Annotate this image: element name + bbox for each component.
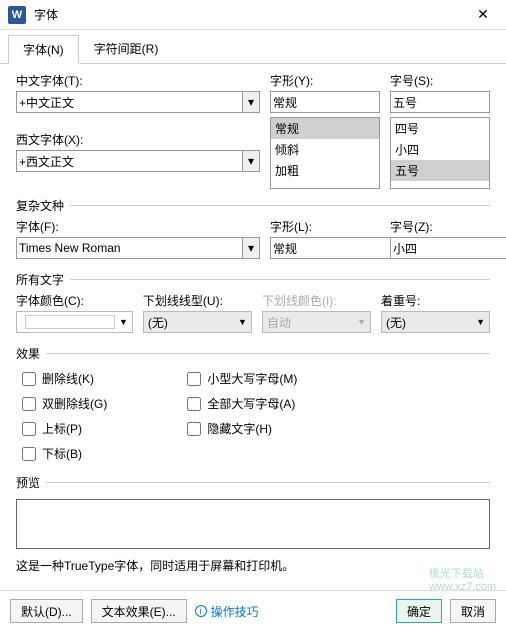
- font-color-select[interactable]: ▼: [16, 311, 133, 333]
- color-swatch: [25, 315, 115, 329]
- underline-color-select: 自动 ▼: [262, 311, 371, 333]
- chevron-down-icon[interactable]: ▾: [242, 237, 260, 259]
- latin-font-label: 西文字体(X):: [16, 131, 260, 148]
- chevron-down-icon: ▼: [119, 317, 128, 327]
- double-strike-checkbox[interactable]: 双删除线(G): [22, 395, 107, 412]
- hidden-checkbox[interactable]: 隐藏文字(H): [187, 420, 297, 437]
- complex-font-select[interactable]: ▾: [16, 237, 260, 259]
- underline-select[interactable]: (无) ▼: [143, 311, 252, 333]
- underline-value: (无): [148, 314, 168, 331]
- default-button[interactable]: 默认(D)...: [10, 599, 83, 623]
- complex-font-input[interactable]: [16, 237, 242, 259]
- superscript-checkbox[interactable]: 上标(P): [22, 420, 107, 437]
- underline-label: 下划线线型(U):: [143, 292, 252, 309]
- emphasis-value: (无): [386, 314, 406, 331]
- latin-font-input[interactable]: [16, 150, 242, 172]
- chevron-down-icon[interactable]: ▾: [242, 150, 260, 172]
- smallcaps-checkbox[interactable]: 小型大写字母(M): [187, 370, 297, 387]
- chevron-down-icon: ▼: [357, 317, 366, 327]
- tips-link[interactable]: i 操作技巧: [195, 603, 259, 620]
- preview-legend: 预览: [16, 474, 46, 491]
- list-item[interactable]: 加粗: [271, 160, 379, 181]
- chevron-down-icon: ▼: [238, 317, 247, 327]
- complex-size-input[interactable]: [390, 237, 506, 259]
- underline-color-value: 自动: [267, 314, 291, 331]
- cn-font-label: 中文字体(T):: [16, 72, 260, 89]
- close-icon[interactable]: ✕: [468, 0, 498, 30]
- color-label: 字体颜色(C):: [16, 292, 133, 309]
- tab-spacing[interactable]: 字符间距(R): [79, 34, 174, 63]
- text-effect-button[interactable]: 文本效果(E)...: [91, 599, 187, 623]
- complex-size-label: 字号(Z):: [390, 218, 490, 235]
- complex-size-select[interactable]: ▾: [390, 237, 490, 259]
- cn-font-input[interactable]: [16, 91, 242, 113]
- subscript-checkbox[interactable]: 下标(B): [22, 445, 107, 462]
- cancel-button[interactable]: 取消: [450, 599, 496, 623]
- effects-legend: 效果: [16, 345, 46, 362]
- complex-legend: 复杂文种: [16, 197, 70, 214]
- chevron-down-icon: ▼: [476, 317, 485, 327]
- emphasis-select[interactable]: (无) ▼: [381, 311, 490, 333]
- list-item[interactable]: 小四: [391, 139, 489, 160]
- complex-style-label: 字形(L):: [270, 218, 380, 235]
- size-label: 字号(S):: [390, 72, 490, 89]
- style-label: 字形(Y):: [270, 72, 380, 89]
- chevron-down-icon[interactable]: ▾: [242, 91, 260, 113]
- list-item[interactable]: 四号: [391, 118, 489, 139]
- app-icon: W: [8, 6, 26, 24]
- cn-font-select[interactable]: ▾: [16, 91, 260, 113]
- ok-button[interactable]: 确定: [396, 599, 442, 623]
- preview-box: [16, 499, 490, 549]
- complex-font-label: 字体(F):: [16, 218, 260, 235]
- list-item[interactable]: 五号: [391, 160, 489, 181]
- list-item[interactable]: 常规: [271, 118, 379, 139]
- list-item[interactable]: 倾斜: [271, 139, 379, 160]
- window-title: 字体: [34, 6, 468, 23]
- emphasis-label: 着重号:: [381, 292, 490, 309]
- complex-style-select[interactable]: ▾: [270, 237, 380, 259]
- tab-font[interactable]: 字体(N): [8, 35, 79, 64]
- alltext-legend: 所有文字: [16, 271, 70, 288]
- strike-checkbox[interactable]: 删除线(K): [22, 370, 107, 387]
- info-icon: i: [195, 605, 207, 617]
- size-input[interactable]: [390, 91, 490, 113]
- latin-font-select[interactable]: ▾: [16, 150, 260, 172]
- style-listbox[interactable]: 常规 倾斜 加粗: [270, 117, 380, 189]
- info-text: 这是一种TrueType字体，同时适用于屏幕和打印机。: [16, 557, 490, 574]
- size-listbox[interactable]: 四号 小四 五号: [390, 117, 490, 189]
- style-input[interactable]: [270, 91, 380, 113]
- allcaps-checkbox[interactable]: 全部大写字母(A): [187, 395, 297, 412]
- underline-color-label: 下划线颜色(I):: [262, 292, 371, 309]
